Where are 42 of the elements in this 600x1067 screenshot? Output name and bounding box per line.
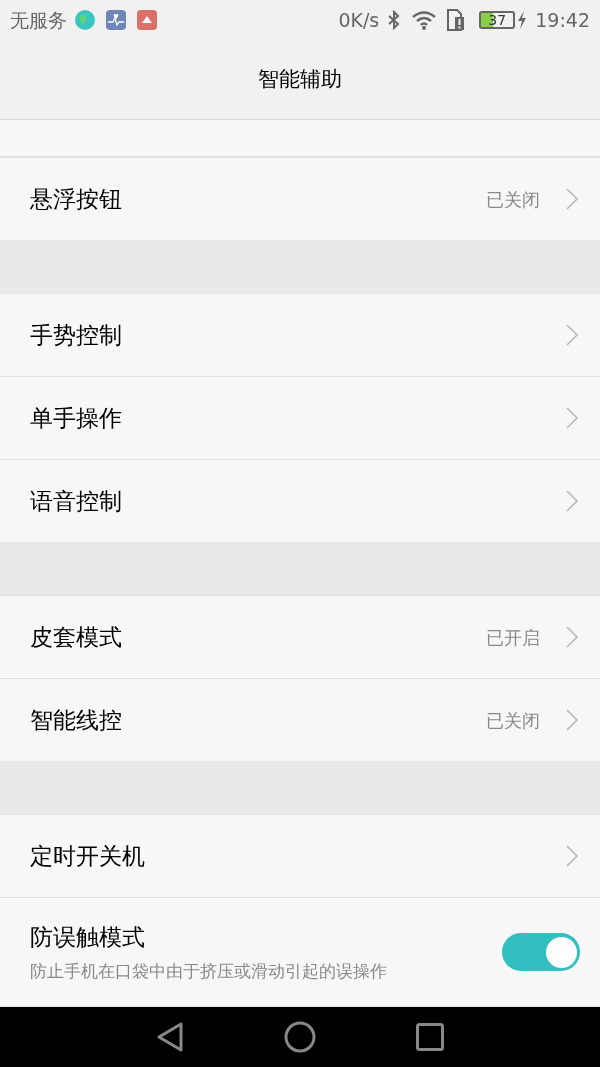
health-app-icon <box>106 10 126 30</box>
setting-label: 手势控制 <box>30 320 123 350</box>
recents-icon[interactable] <box>416 1023 444 1051</box>
clock-text: 19:42 <box>535 7 590 33</box>
setting-label: 单手操作 <box>30 403 123 433</box>
setting-label: 语音控制 <box>30 486 123 516</box>
setting-status: 已开启 <box>486 625 540 650</box>
carrier-text: 无服务 <box>10 7 67 33</box>
settings-row[interactable]: 防误触模式 防止手机在口袋中由于挤压或滑动引起的误操作 <box>0 897 600 1006</box>
chevron-icon <box>566 407 578 429</box>
chevron-icon <box>566 845 578 867</box>
setting-label: 智能线控 <box>30 705 123 735</box>
setting-label: 皮套模式 <box>30 622 123 652</box>
charging-icon <box>517 10 528 30</box>
wifi-icon <box>411 10 438 30</box>
back-icon[interactable] <box>156 1021 184 1053</box>
settings-row[interactable]: 悬浮按钮 已关闭 <box>0 157 600 240</box>
sim-alert-icon <box>447 9 466 31</box>
chevron-icon <box>566 188 578 210</box>
settings-row[interactable]: 单手操作 <box>0 376 600 459</box>
settings-row[interactable]: 智能线控 已关闭 <box>0 678 600 761</box>
chevron-icon <box>566 490 578 512</box>
app-store-icon <box>137 10 157 30</box>
home-icon[interactable] <box>284 1021 316 1053</box>
globe-icon <box>75 10 95 30</box>
setting-status: 已关闭 <box>486 187 540 212</box>
settings-row[interactable]: 定时开关机 <box>0 814 600 897</box>
bluetooth-icon <box>387 10 402 30</box>
settings-row[interactable]: 手势控制 <box>0 293 600 376</box>
setting-label: 悬浮按钮 <box>30 184 123 214</box>
toggle-switch[interactable] <box>502 933 580 971</box>
chevron-icon <box>566 709 578 731</box>
settings-row[interactable]: 皮套模式 已开启 <box>0 595 600 678</box>
chevron-icon <box>566 324 578 346</box>
page-title: 智能辅助 <box>258 65 342 93</box>
chevron-icon <box>566 626 578 648</box>
setting-description: 防止手机在口袋中由于挤压或滑动引起的误操作 <box>30 959 388 983</box>
setting-label: 防误触模式 <box>30 923 146 952</box>
network-speed: 0K/s <box>338 7 380 33</box>
setting-status: 已关闭 <box>486 708 540 733</box>
settings-row[interactable]: 语音控制 <box>0 459 600 542</box>
setting-label: 定时开关机 <box>30 841 146 871</box>
